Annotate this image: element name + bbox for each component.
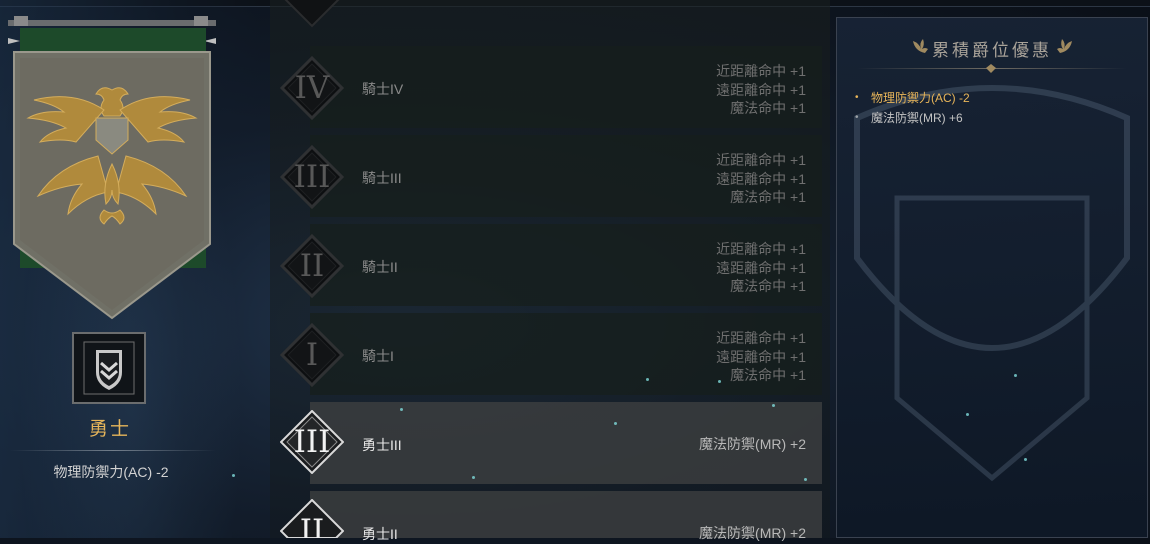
rank-numeral: II (299, 513, 325, 538)
rank-row-knight-2[interactable]: 騎士II 近距離命中 +1 遠距離命中 +1 魔法命中 +1 (310, 224, 822, 306)
sparkle-particle (400, 408, 403, 411)
rank-numeral: II (299, 248, 325, 284)
rank-emblem (72, 332, 146, 404)
rank-numeral: I (305, 337, 319, 373)
rank-row-warrior-3[interactable]: 勇士III 魔法防禦(MR) +2 (310, 402, 822, 484)
eagle-crest-banner (8, 16, 216, 320)
current-rank-name: 勇士 (88, 419, 131, 440)
cumulative-bonus-panel: 累積爵位優惠 物理防禦力(AC) -2 魔法防禦(MR) +6 (836, 17, 1148, 538)
rank-row-bonuses: 魔法防禦(MR) +2 (699, 436, 806, 452)
rank-row-knight-1[interactable]: 騎士I 近距離命中 +1 遠距離命中 +1 魔法命中 +1 (310, 313, 822, 395)
rank-row-bonuses: 近距離命中 +1 遠距離命中 +1 魔法命中 +1 (716, 63, 806, 116)
rank-diamond-partial (284, 0, 340, 28)
rank-row-bonuses: 魔法防禦(MR) +2 (699, 525, 806, 541)
rank-row-warrior-2[interactable]: 勇士II 魔法防禦(MR) +2 (310, 491, 822, 542)
chevron-shield-icon (83, 341, 135, 395)
rank-row-bonuses: 近距離命中 +1 遠距離命中 +1 魔法命中 +1 (716, 152, 806, 205)
bonus-item: 魔法防禦(MR) +6 (851, 108, 970, 128)
rank-row-label: 騎士IV (362, 81, 404, 97)
rank-emblem-panel: 勇士 物理防禦力(AC) -2 (0, 0, 262, 538)
sparkle-particle (472, 476, 475, 479)
sparkle-particle (1014, 374, 1017, 377)
sparkle-particle (718, 380, 721, 383)
rank-row-bonuses: 近距離命中 +1 遠距離命中 +1 魔法命中 +1 (716, 330, 806, 383)
divider-gem-icon (986, 64, 996, 73)
rank-numeral: IV (294, 70, 330, 106)
panel-watermark-crest (854, 85, 1130, 482)
rank-row-knight-3[interactable]: 騎士III 近距離命中 +1 遠距離命中 +1 魔法命中 +1 (310, 135, 822, 217)
sparkle-particle (614, 422, 617, 425)
rank-row-label: 騎士III (362, 170, 402, 186)
bonus-item: 物理防禦力(AC) -2 (851, 88, 970, 108)
sparkle-particle (804, 478, 807, 481)
laurel-right-icon (1057, 39, 1072, 53)
rank-row-label: 勇士II (362, 526, 398, 542)
current-rank-bonus: 物理防禦力(AC) -2 (53, 464, 169, 480)
cumulative-bonus-title: 累積爵位優惠 (932, 41, 1052, 60)
rank-row-label: 騎士I (362, 348, 394, 364)
sparkle-particle (646, 378, 649, 381)
sparkle-particle (232, 474, 235, 477)
rank-numeral: III (293, 159, 331, 195)
rank-row-knight-4[interactable]: 騎士IV 近距離命中 +1 遠距離命中 +1 魔法命中 +1 (310, 46, 822, 128)
rank-row-label: 勇士III (362, 437, 402, 453)
sparkle-particle (1024, 458, 1027, 461)
sparkle-particle (772, 404, 775, 407)
rank-divider (10, 450, 216, 451)
rank-row-label: 騎士II (362, 259, 398, 275)
cumulative-bonus-list: 物理防禦力(AC) -2 魔法防禦(MR) +6 (851, 88, 970, 128)
rank-numeral: III (293, 424, 331, 460)
rank-row-bonuses: 近距離命中 +1 遠距離命中 +1 魔法命中 +1 (716, 241, 806, 294)
sparkle-particle (966, 413, 969, 416)
